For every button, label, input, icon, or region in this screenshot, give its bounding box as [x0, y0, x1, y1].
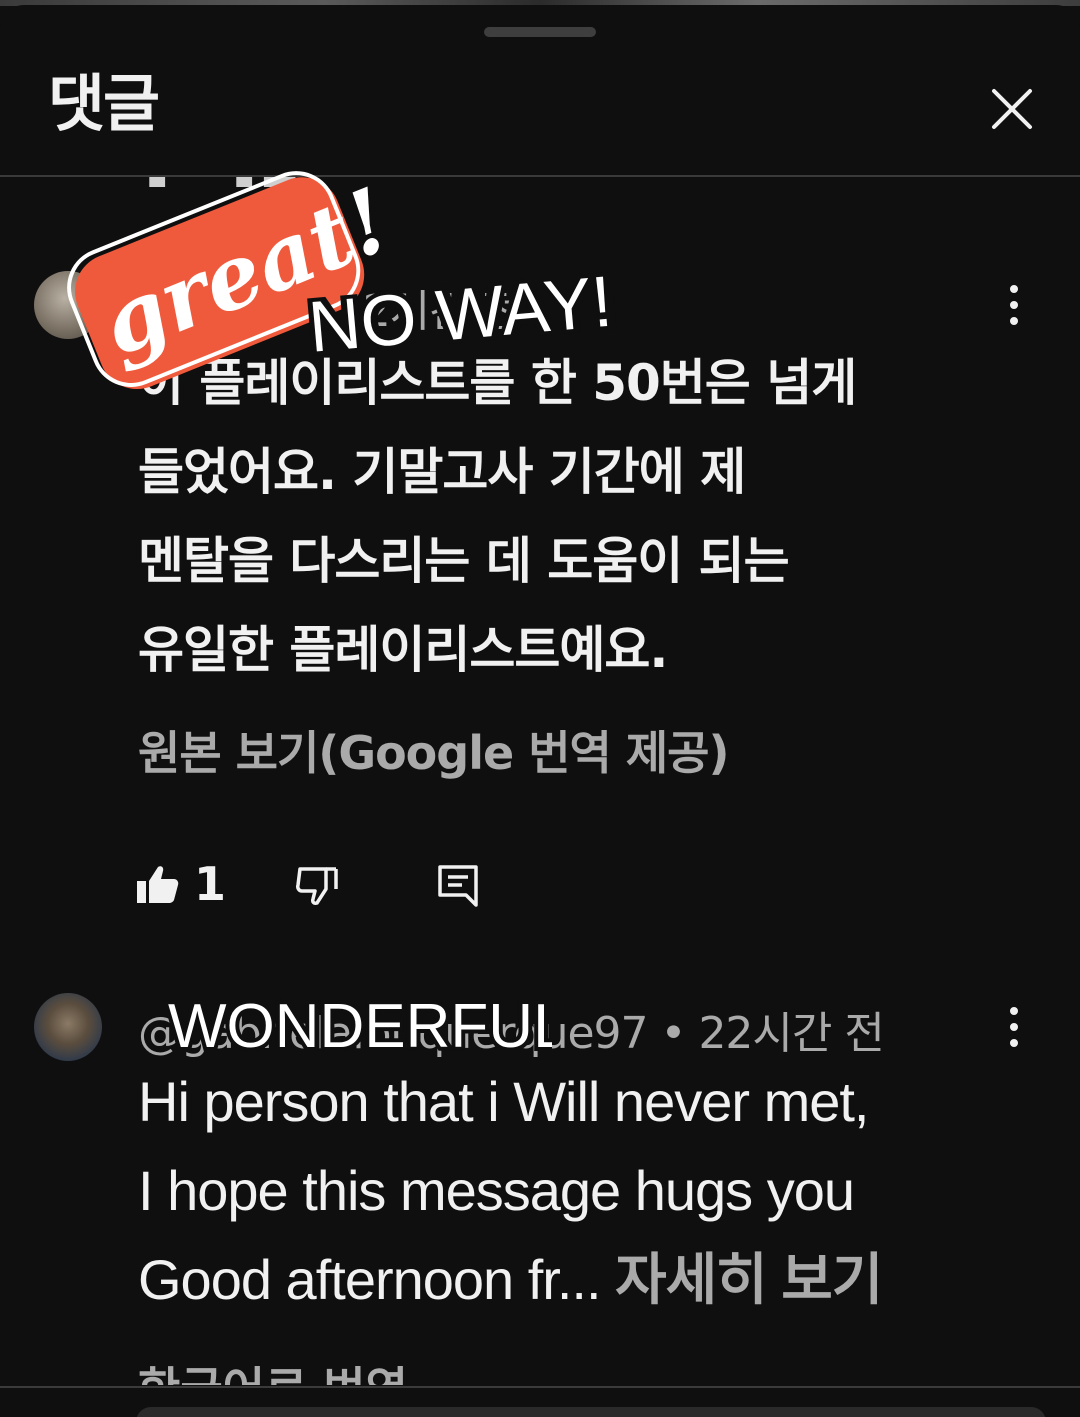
- more-vert-icon: [1010, 1007, 1018, 1047]
- wonderful-sticker-text: WONDERFUL: [168, 992, 552, 1061]
- more-options-button[interactable]: [994, 997, 1034, 1057]
- comment-line: 멘탈을 다스리는 데 도움이 되는: [138, 532, 790, 590]
- composer-divider: [0, 1386, 1080, 1388]
- reply-icon: [438, 865, 478, 907]
- close-icon: [992, 89, 1032, 129]
- more-vert-icon: [1010, 285, 1018, 325]
- comment-line: 들었어요. 기말고사 기간에 제: [138, 443, 746, 501]
- dislike-button[interactable]: [292, 861, 340, 909]
- comment-line: I hope this message hugs you: [138, 1159, 855, 1222]
- page-title: 댓글: [48, 67, 160, 140]
- avatar[interactable]: [34, 993, 102, 1061]
- read-more-link[interactable]: 자세히 보기: [615, 1248, 883, 1311]
- wonderful-sticker: WONDERFUL WONDERFUL: [164, 988, 552, 1065]
- comments-sheet: 댓글 ▚ ▘ ▚ ▙ ...m8... • 12시간 전 이 플레이리스트를 한…: [0, 5, 1080, 1417]
- comment-line: 유일한 플레이리스트예요.: [138, 621, 668, 679]
- thumbs-down-icon: [296, 867, 338, 905]
- comment-line: Good afternoon fr... 자세히 보기: [138, 1235, 1038, 1324]
- comment-text: Hi person that i Will never met, I hope …: [138, 1057, 1038, 1324]
- noway-sticker: NO WAY! NO WAY!: [301, 257, 624, 365]
- comment-actions: 1: [0, 857, 1080, 917]
- add-comment-field[interactable]: [136, 1407, 1046, 1417]
- translate-link[interactable]: 한국어로 번역: [138, 1353, 408, 1385]
- like-button[interactable]: [134, 861, 182, 909]
- like-count: 1: [194, 857, 227, 911]
- comment-line-text: Good afternoon fr...: [138, 1248, 602, 1311]
- more-options-button[interactable]: [994, 275, 1034, 335]
- noway-sticker-text: NO WAY!: [305, 262, 615, 365]
- reply-button[interactable]: [434, 861, 482, 909]
- see-original-link[interactable]: 원본 보기(Google 번역 제공): [138, 717, 730, 783]
- thumbs-up-icon: [137, 866, 179, 903]
- close-button[interactable]: [980, 77, 1044, 141]
- drag-handle[interactable]: [484, 27, 596, 37]
